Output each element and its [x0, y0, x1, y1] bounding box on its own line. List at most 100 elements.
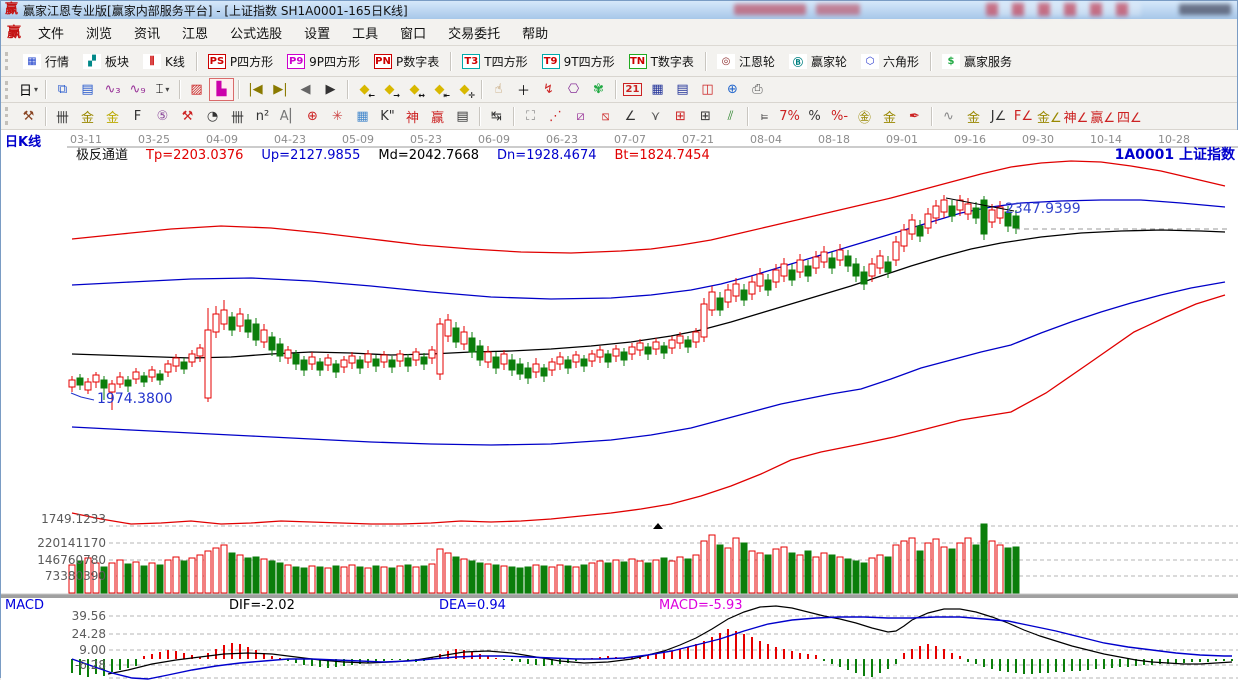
toolbar3-button-33[interactable]: 7%	[777, 105, 802, 128]
toolbar2-button-24[interactable]: ↯	[536, 78, 561, 101]
menu-item-7[interactable]: 窗口	[389, 21, 437, 44]
toolbar-grip[interactable]	[5, 52, 11, 70]
toolbar3-button-17[interactable]: 赢	[425, 105, 450, 128]
menu-item-2[interactable]: 资讯	[123, 21, 171, 44]
toolbar-grip[interactable]	[5, 107, 11, 125]
toolbar3-button-11[interactable]: A⎢	[275, 105, 300, 128]
toolbar1-button-5[interactable]: P9 9P四方形	[280, 50, 367, 73]
toolbar3-button-5[interactable]: F	[125, 105, 150, 128]
toolbar1-button-6[interactable]: PN P数字表	[367, 50, 446, 73]
menu-item-0[interactable]: 文件	[27, 21, 75, 44]
toolbar3-button-40[interactable]: ∿	[936, 105, 961, 128]
toolbar3-button-10[interactable]: n²	[250, 105, 275, 128]
toolbar3-glyph-38: ✒	[909, 108, 920, 124]
toolbar3-button-28[interactable]: ⊞	[668, 105, 693, 128]
toolbar3-button-23[interactable]: ⋰	[543, 105, 568, 128]
kline-chart[interactable]: 03-11 03-25 04-09 04-23 05-09 05-23 06-09 06-23…	[1, 130, 1238, 680]
toolbar1-button-8[interactable]: T3 T四方形	[455, 50, 534, 73]
toolbar2-button-12[interactable]: ▶|	[268, 78, 293, 101]
toolbar3-button-27[interactable]: ⋎	[643, 105, 668, 128]
toolbar2-button-33[interactable]: ⎙	[745, 78, 770, 101]
toolbar2-button-22[interactable]: ☝	[486, 78, 511, 101]
toolbar3-button-13[interactable]: ✳	[325, 105, 350, 128]
toolbar3-button-12[interactable]: ⊕	[300, 105, 325, 128]
menu-item-8[interactable]: 交易委托	[437, 21, 511, 44]
toolbar2-button-31[interactable]: ◫	[695, 78, 720, 101]
toolbar3-button-14[interactable]: ▦	[350, 105, 375, 128]
toolbar2-button-26[interactable]: ✾	[586, 78, 611, 101]
toolbar2-button-32[interactable]: ⊕	[720, 78, 745, 101]
toolbar3-button-38[interactable]: ✒	[902, 105, 927, 128]
toolbar2-button-3[interactable]: ▤	[75, 78, 100, 101]
toolbar1-button-1[interactable]: ▞ 板块	[76, 50, 136, 73]
toolbar1-button-13[interactable]: Ⓑ 赢家轮	[782, 50, 854, 73]
toolbar3-button-34[interactable]: %	[802, 105, 827, 128]
toolbar3-button-2[interactable]: 卌	[50, 105, 75, 128]
toolbar2-button-20[interactable]: ◆ ✛	[452, 78, 477, 101]
menu-item-5[interactable]: 设置	[293, 21, 341, 44]
toolbar1-button-16[interactable]: $ 赢家服务	[935, 50, 1019, 73]
toolbar3-button-22[interactable]: ⛶	[518, 105, 543, 128]
toolbar1-button-2[interactable]: ⫼ K线	[136, 50, 192, 73]
toolbar3-button-18[interactable]: ▤	[450, 105, 475, 128]
toolbar1-button-12[interactable]: ◎ 江恩轮	[710, 50, 782, 73]
toolbar2-button-6[interactable]: ⌶	[150, 78, 175, 101]
toolbar3-button-35[interactable]: %-	[827, 105, 852, 128]
toolbar3-button-24[interactable]: ⧄	[568, 105, 593, 128]
toolbar2-button-28[interactable]: 21	[620, 78, 645, 101]
toolbar2-button-8[interactable]: ▨	[184, 78, 209, 101]
toolbar2-button-2[interactable]: ⧉	[50, 78, 75, 101]
menu-item-1[interactable]: 浏览	[75, 21, 123, 44]
toolbar3-button-36[interactable]: ㊎	[852, 105, 877, 128]
toolbar3-button-3[interactable]: 金	[75, 105, 100, 128]
toolbar1-button-10[interactable]: TN T数字表	[622, 50, 701, 73]
toolbar3-button-45[interactable]: 神∠	[1063, 105, 1090, 128]
toolbar3-button-47[interactable]: 四∠	[1116, 105, 1143, 128]
toolbar1-button-14[interactable]: ⬡ 六角形	[854, 50, 926, 73]
menu-item-9[interactable]: 帮助	[511, 21, 559, 44]
toolbar2-button-30[interactable]: ▤	[670, 78, 695, 101]
toolbar3-button-4[interactable]: 金	[100, 105, 125, 128]
toolbar1-button-4[interactable]: PS P四方形	[201, 50, 280, 73]
toolbar3-button-6[interactable]: ⑤	[150, 105, 175, 128]
toolbar3-button-37[interactable]: 金	[877, 105, 902, 128]
toolbar3-button-32[interactable]: ⫢	[752, 105, 777, 128]
toolbar3-button-41[interactable]: 金	[961, 105, 986, 128]
toolbar3-button-43[interactable]: F∠	[1011, 105, 1036, 128]
toolbar1-button-0[interactable]: ▦ 行情	[16, 50, 76, 73]
toolbar2-button-17[interactable]: ◆ →	[377, 78, 402, 101]
toolbar2-button-29[interactable]: ▦	[645, 78, 670, 101]
toolbar2-button-19[interactable]: ◆ ⇤	[427, 78, 452, 101]
toolbar3-button-9[interactable]: 卌	[225, 105, 250, 128]
toolbar3-button-0[interactable]: ⚒	[16, 105, 41, 128]
toolbar-grip[interactable]	[5, 80, 11, 99]
toolbar2-button-13[interactable]: ◀	[293, 78, 318, 101]
menu-item-6[interactable]: 工具	[341, 21, 389, 44]
toolbar2-button-11[interactable]: |◀	[243, 78, 268, 101]
toolbar3-button-15[interactable]: K"	[375, 105, 400, 128]
toolbar2-button-5[interactable]: ∿₉	[125, 78, 150, 101]
toolbar2-button-23[interactable]: ＋	[511, 78, 536, 101]
toolbar2-button-16[interactable]: ◆ ←	[352, 78, 377, 101]
toolbar2-button-0[interactable]: 日	[16, 78, 41, 101]
toolbar3-button-20[interactable]: ↹	[484, 105, 509, 128]
toolbar3-button-26[interactable]: ∠	[618, 105, 643, 128]
toolbar2-button-9[interactable]: ▙	[209, 78, 234, 101]
toolbar3-button-46[interactable]: 赢∠	[1089, 105, 1116, 128]
toolbar1-button-9[interactable]: T9 9T四方形	[535, 50, 622, 73]
toolbar3-button-42[interactable]: J∠	[986, 105, 1011, 128]
toolbar3-button-25[interactable]: ⧅	[593, 105, 618, 128]
menu-item-4[interactable]: 公式选股	[219, 21, 293, 44]
toolbar2-button-4[interactable]: ∿₃	[100, 78, 125, 101]
toolbar3-button-7[interactable]: ⚒	[175, 105, 200, 128]
toolbar3-button-44[interactable]: 金∠	[1036, 105, 1063, 128]
menu-item-3[interactable]: 江恩	[171, 21, 219, 44]
title-bar[interactable]: 赢 赢家江恩专业版[赢家内部服务平台] - [上证指数 SH1A0001-165…	[1, 1, 1237, 19]
toolbar2-button-18[interactable]: ◆ ↔	[402, 78, 427, 101]
toolbar3-button-16[interactable]: 神	[400, 105, 425, 128]
toolbar2-button-25[interactable]: ⎔	[561, 78, 586, 101]
toolbar3-button-30[interactable]: ⫽	[718, 105, 743, 128]
toolbar3-button-29[interactable]: ⊞	[693, 105, 718, 128]
toolbar2-button-14[interactable]: ▶	[318, 78, 343, 101]
toolbar3-button-8[interactable]: ◔	[200, 105, 225, 128]
